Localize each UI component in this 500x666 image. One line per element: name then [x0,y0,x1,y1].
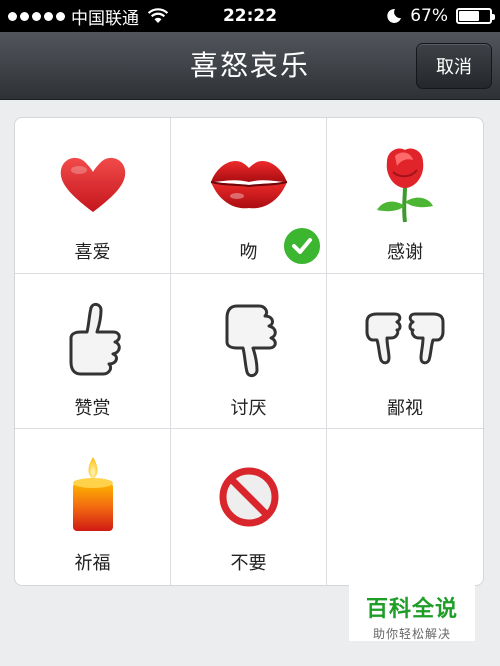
option-label: 祈福 [74,553,111,575]
watermark-title: 百科全说 [365,597,458,622]
navigation-bar: 喜怒哀乐 取消 [0,32,500,100]
reaction-option-bless[interactable]: 祈福 [15,429,171,585]
do-not-disturb-moon-icon [387,8,402,23]
cancel-button[interactable]: 取消 [416,43,492,89]
lips-icon [207,142,291,226]
reaction-option-love[interactable]: 喜爱 [15,118,171,274]
reaction-option-praise[interactable]: 赞赏 [15,273,171,430]
prohibited-icon [207,453,291,537]
heart-icon [51,142,135,226]
option-label: 喜爱 [74,242,111,263]
reaction-option-no[interactable]: 不要 [171,429,327,585]
watermark-logo: 百科全说 助你轻松解决 [349,585,475,641]
battery-icon [456,8,495,24]
reaction-option-dislike[interactable]: 讨厌 [171,273,327,430]
option-label: 不要 [230,553,267,575]
empty-cell [327,429,483,585]
candle-icon [51,453,135,537]
signal-strength-icon [8,11,65,21]
selected-checkmark-icon [282,226,322,266]
thumbs-down-icon [207,298,291,382]
rose-icon [363,142,447,226]
wifi-icon [147,8,169,23]
double-thumbs-down-icon [363,298,447,382]
thumbs-up-icon [51,298,135,382]
watermark-subtitle: 助你轻松解决 [372,627,451,641]
battery-percentage: 67% [410,6,448,26]
reaction-option-despise[interactable]: 鄙视 [327,274,483,430]
option-label: 赞赏 [74,397,111,419]
status-bar: 中国联通 22:22 67% [0,0,500,32]
reaction-option-kiss[interactable]: 吻 [171,118,327,274]
option-label: 讨厌 [230,397,267,419]
option-label: 鄙视 [387,397,423,419]
reaction-option-thanks[interactable]: 感谢 [327,118,483,274]
option-label: 感谢 [387,242,423,263]
carrier-name: 中国联通 [71,8,139,29]
reaction-grid: 喜爱 吻 感谢 赞赏 讨厌 鄙视 祈福 不要 [14,117,484,586]
